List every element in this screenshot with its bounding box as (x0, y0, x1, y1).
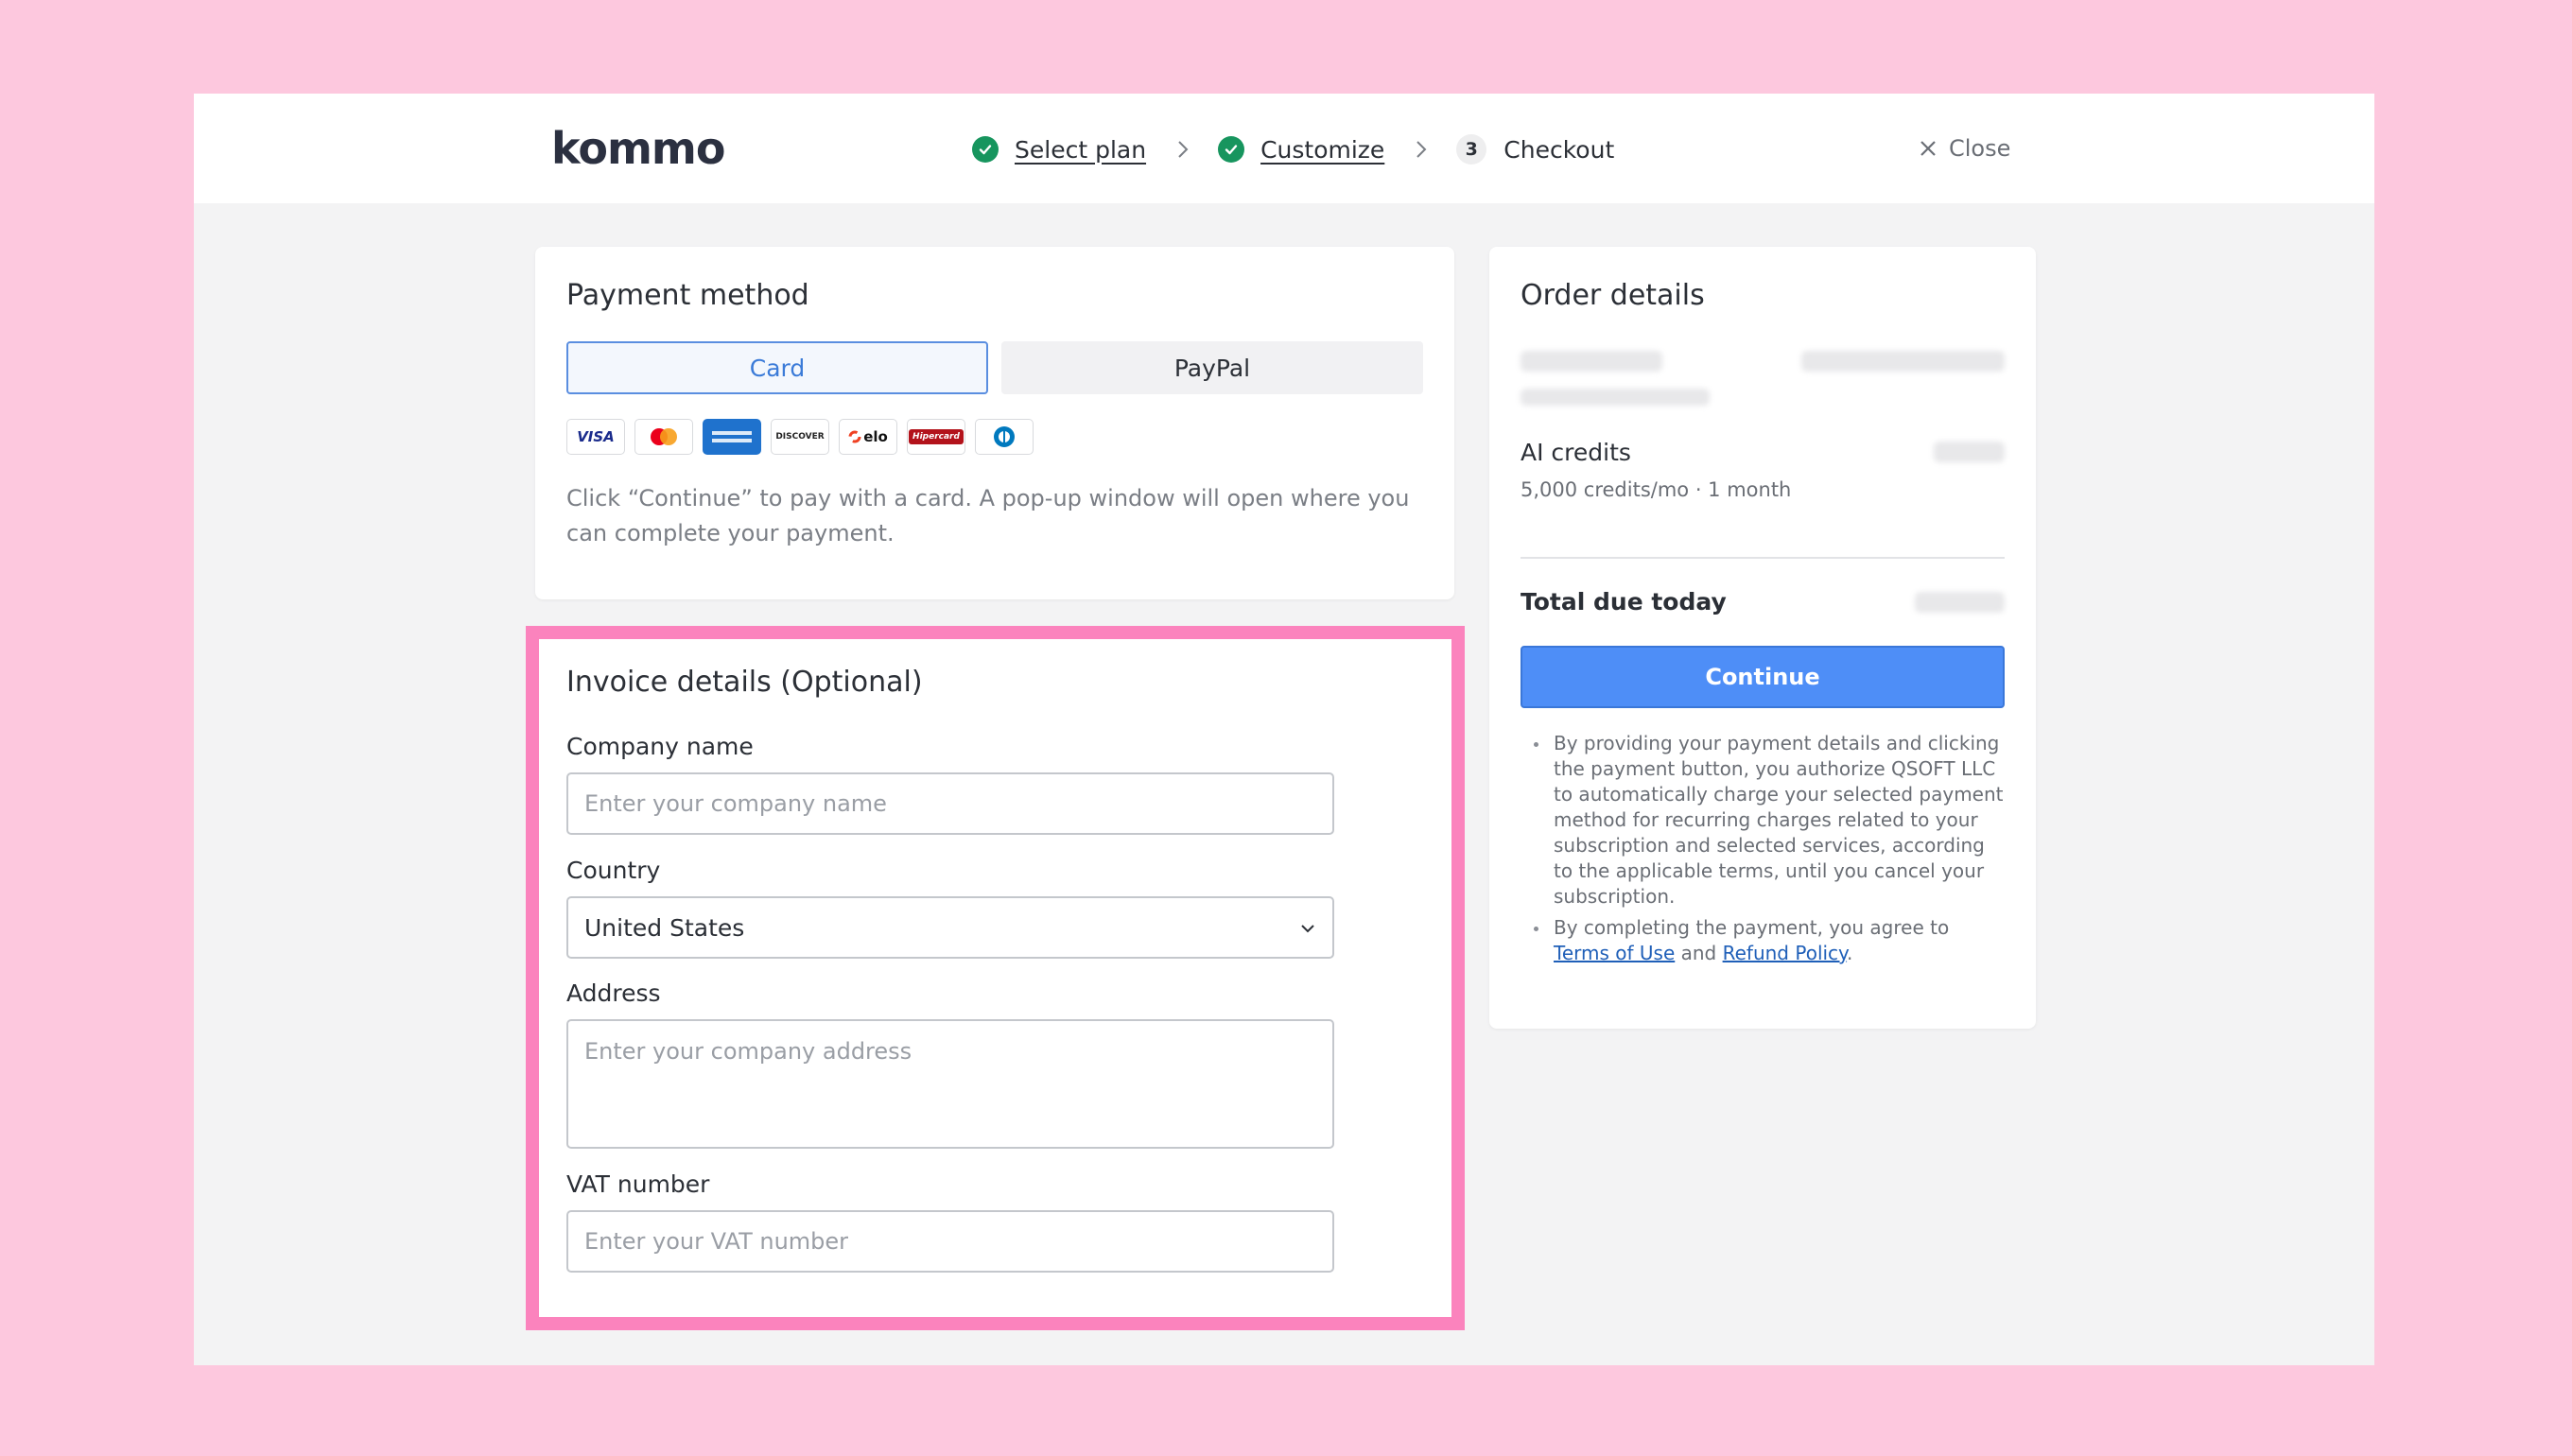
order-details-card: Order details AI credits 5,000 credits/m… (1489, 247, 2036, 1029)
close-button[interactable]: Close (1919, 131, 2010, 165)
divider (1521, 557, 2005, 559)
vat-number-placeholder: Enter your VAT number (584, 1228, 849, 1255)
visa-icon: VISA (566, 419, 625, 455)
discover-icon: DISCOVER (771, 419, 829, 455)
checkout-window: kommo Select plan Customize 3 Checkout C… (194, 94, 2374, 1365)
blurred-plan-name (1521, 351, 1662, 372)
kommo-logo[interactable]: kommo (551, 120, 725, 177)
step-checkout: 3 Checkout (1456, 134, 1614, 165)
paypal-tab[interactable]: PayPal (1001, 341, 1423, 394)
country-select[interactable]: United States (566, 896, 1334, 959)
terms-item-authorization: By providing your payment details and cl… (1521, 731, 2007, 910)
vat-number-label: VAT number (566, 1170, 710, 1198)
payment-note: Click “Continue” to pay with a card. A p… (566, 485, 1410, 546)
blurred-plan-detail (1521, 389, 1710, 406)
address-label: Address (566, 979, 661, 1007)
logo-text: kommo (551, 123, 725, 174)
discover-text: DISCOVER (775, 432, 825, 442)
step-label: Checkout (1503, 135, 1615, 164)
close-label: Close (1949, 135, 2011, 162)
chevron-right-icon (1415, 139, 1428, 160)
blurred-ai-price (1934, 442, 2005, 462)
country-label: Country (566, 857, 661, 884)
total-due-label: Total due today (1521, 588, 1727, 615)
card-brands: VISA DISCOVER elo Hipercard (566, 419, 1043, 455)
terms-end: . (1847, 942, 1853, 964)
amex-icon (703, 419, 761, 455)
top-bar: kommo Select plan Customize 3 Checkout C… (194, 94, 2374, 203)
ai-credits-subtitle: 5,000 credits/mo · 1 month (1521, 478, 1792, 501)
chevron-down-icon (1301, 925, 1314, 933)
elo-icon: elo (839, 419, 897, 455)
step-number: 3 (1456, 134, 1487, 165)
check-icon (972, 136, 999, 163)
company-name-label: Company name (566, 733, 754, 760)
elo-text: elo (863, 428, 888, 445)
invoice-details-card: Invoice details (Optional) Company name … (535, 626, 1454, 1330)
payment-method-card: Payment method Card PayPal VISA DISCOVER… (535, 247, 1454, 599)
terms-and: and (1675, 942, 1723, 964)
blurred-plan-price (1801, 351, 2005, 372)
ai-credits-title: AI credits (1521, 439, 1631, 466)
company-name-placeholder: Enter your company name (584, 790, 887, 817)
chevron-right-icon (1176, 139, 1190, 160)
continue-button[interactable]: Continue (1521, 646, 2005, 708)
close-icon (1920, 141, 1936, 156)
mastercard-icon (634, 419, 693, 455)
refund-policy-link[interactable]: Refund Policy (1723, 942, 1847, 964)
visa-text: VISA (577, 428, 615, 445)
address-textarea[interactable]: Enter your company address (566, 1019, 1334, 1149)
invoice-title: Invoice details (Optional) (566, 666, 923, 699)
country-value: United States (584, 913, 745, 942)
payment-method-title: Payment method (566, 279, 809, 312)
hipercard-text: Hipercard (909, 429, 964, 444)
terms-item-agreement: By completing the payment, you agree to … (1521, 915, 2007, 966)
terms-of-use-link[interactable]: Terms of Use (1554, 942, 1675, 964)
check-icon (1218, 136, 1245, 163)
hipercard-icon: Hipercard (907, 419, 965, 455)
step-select-plan[interactable]: Select plan (972, 136, 1146, 164)
terms-list: By providing your payment details and cl… (1521, 731, 2007, 972)
card-tab[interactable]: Card (566, 341, 988, 394)
checkout-steps: Select plan Customize 3 Checkout (972, 130, 1614, 169)
order-details-title: Order details (1521, 279, 1705, 312)
step-label[interactable]: Customize (1260, 136, 1384, 164)
company-name-input[interactable]: Enter your company name (566, 772, 1334, 835)
diners-club-icon (975, 419, 1034, 455)
address-placeholder: Enter your company address (584, 1038, 912, 1065)
terms-prefix: By completing the payment, you agree to (1554, 916, 1950, 939)
blurred-total (1915, 592, 2005, 613)
step-label[interactable]: Select plan (1015, 136, 1146, 164)
step-customize[interactable]: Customize (1218, 136, 1384, 164)
vat-number-input[interactable]: Enter your VAT number (566, 1210, 1334, 1273)
